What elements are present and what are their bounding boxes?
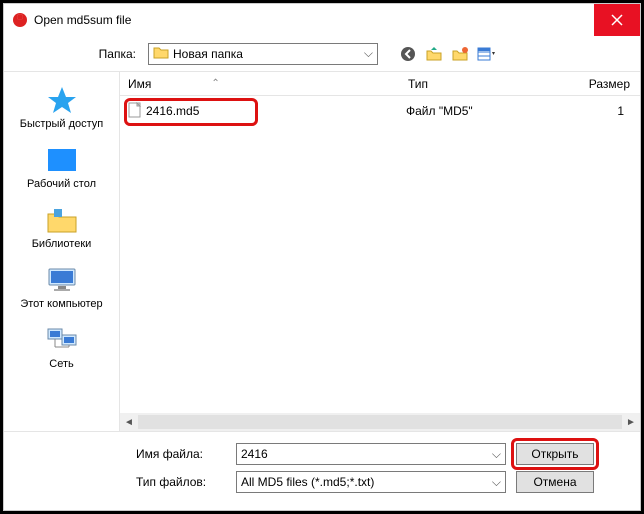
- back-button[interactable]: [398, 44, 418, 64]
- network-icon: [44, 324, 80, 356]
- new-folder-icon: [452, 46, 468, 62]
- sort-asc-icon: ⌃: [211, 78, 219, 89]
- close-button[interactable]: [594, 4, 640, 36]
- star-icon: [44, 84, 80, 116]
- file-rows: 2416.md5 Файл "MD5" 1: [120, 96, 640, 413]
- folder-combo[interactable]: Новая папка ⌵: [148, 43, 378, 65]
- bottom-panel: Имя файла: 2416 ⌵ Открыть Тип файлов: Al…: [4, 431, 640, 510]
- up-button[interactable]: [424, 44, 444, 64]
- file-row[interactable]: 2416.md5 Файл "MD5" 1: [126, 100, 634, 122]
- toolbar: Папка: Новая папка ⌵: [4, 36, 640, 72]
- scroll-right-icon: ►: [622, 417, 640, 428]
- open-file-dialog: Open md5sum file Папка: Новая папка ⌵: [3, 3, 641, 511]
- nav-icons: [398, 44, 496, 64]
- filetype-label: Тип файлов:: [16, 475, 226, 489]
- titlebar: Open md5sum file: [4, 4, 640, 36]
- filetype-combo[interactable]: All MD5 files (*.md5;*.txt) ⌵: [236, 471, 506, 493]
- view-icon: [477, 46, 495, 62]
- sidebar-item-quick-access[interactable]: Быстрый доступ: [4, 84, 119, 130]
- sidebar-item-label: Этот компьютер: [20, 298, 102, 310]
- new-folder-button[interactable]: [450, 44, 470, 64]
- sidebar-item-network[interactable]: Сеть: [4, 324, 119, 370]
- desktop-icon: [44, 144, 80, 176]
- folder-value: Новая папка: [173, 47, 243, 61]
- file-icon: [128, 102, 142, 121]
- sidebar-item-label: Быстрый доступ: [20, 118, 104, 130]
- cancel-button[interactable]: Отмена: [516, 471, 594, 493]
- close-icon: [611, 14, 623, 26]
- scroll-track: [138, 415, 622, 429]
- filename-label: Имя файла:: [16, 447, 226, 461]
- col-size[interactable]: Размер: [538, 77, 640, 91]
- back-icon: [400, 46, 416, 62]
- h-scrollbar[interactable]: ◄ ►: [120, 413, 640, 431]
- sidebar-item-libraries[interactable]: Библиотеки: [4, 204, 119, 250]
- file-listing: Имя⌃ Тип Размер 2416.md5 Файл "MD5" 1 ◄: [119, 72, 640, 431]
- file-size: 1: [536, 104, 634, 118]
- app-icon: [12, 12, 28, 28]
- chevron-down-icon: ⌵: [492, 475, 501, 490]
- sidebar-item-this-pc[interactable]: Этот компьютер: [4, 264, 119, 310]
- col-type[interactable]: Тип: [408, 77, 538, 91]
- libraries-icon: [44, 204, 80, 236]
- sidebar-item-label: Библиотеки: [32, 238, 92, 250]
- chevron-down-icon: ⌵: [364, 46, 373, 61]
- main-area: Быстрый доступ Рабочий стол Библиотеки Э…: [4, 72, 640, 431]
- chevron-down-icon: ⌵: [492, 447, 501, 462]
- file-type: Файл "MD5": [406, 104, 536, 118]
- scroll-left-icon: ◄: [120, 417, 138, 428]
- open-button[interactable]: Открыть: [516, 443, 594, 465]
- file-name: 2416.md5: [146, 104, 199, 118]
- folder-label: Папка:: [16, 47, 136, 61]
- places-sidebar: Быстрый доступ Рабочий стол Библиотеки Э…: [4, 72, 119, 431]
- filename-input[interactable]: 2416 ⌵: [236, 443, 506, 465]
- computer-icon: [44, 264, 80, 296]
- column-headers: Имя⌃ Тип Размер: [120, 72, 640, 96]
- sidebar-item-label: Сеть: [49, 358, 73, 370]
- sidebar-item-desktop[interactable]: Рабочий стол: [4, 144, 119, 190]
- col-name[interactable]: Имя⌃: [128, 77, 408, 91]
- window-title: Open md5sum file: [34, 13, 594, 27]
- view-button[interactable]: [476, 44, 496, 64]
- folder-up-icon: [426, 46, 442, 62]
- sidebar-item-label: Рабочий стол: [27, 178, 96, 190]
- folder-icon: [153, 45, 169, 62]
